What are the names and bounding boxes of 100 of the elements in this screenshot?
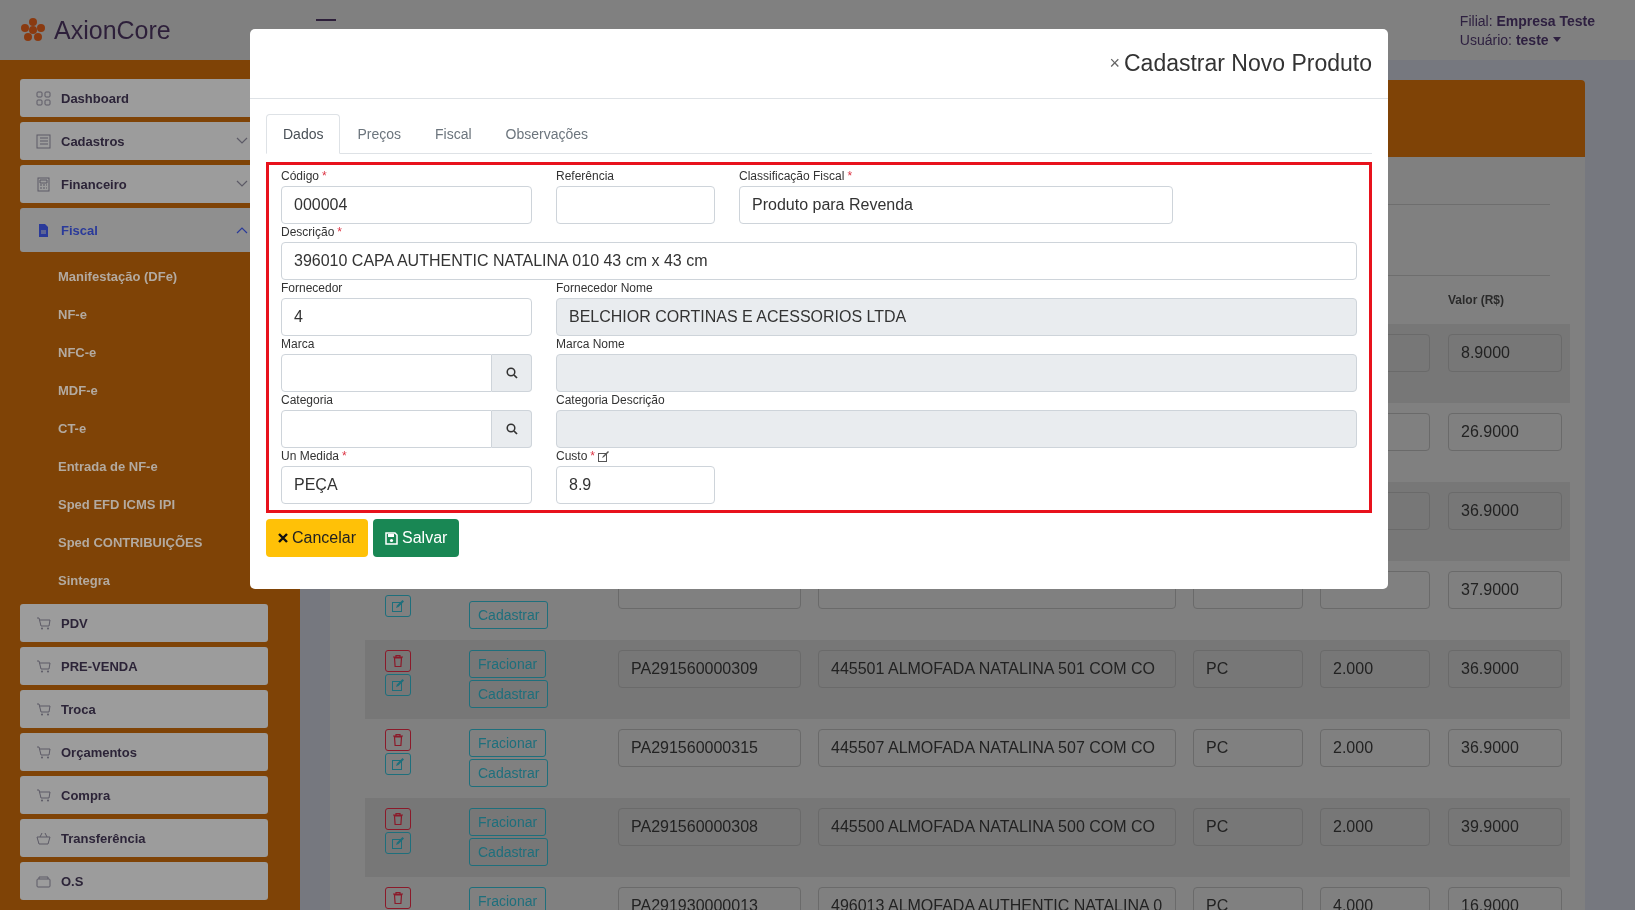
calculator-icon	[36, 176, 51, 192]
field-label: Código	[281, 169, 320, 183]
tab[interactable]: Preços	[340, 114, 419, 154]
required-mark: *	[322, 169, 327, 183]
input-field[interactable]	[281, 354, 492, 392]
field-label: Descrição	[281, 225, 335, 239]
user-menu[interactable]: Usuário: teste	[1459, 31, 1549, 48]
value-field[interactable]: 8.9000	[1448, 334, 1562, 372]
trash-icon	[393, 655, 403, 667]
save-button[interactable]: Salvar	[373, 519, 460, 557]
submenu-item[interactable]: NFC-e	[58, 344, 97, 360]
field-label: Marca	[281, 337, 315, 351]
sidebar-item[interactable]: Troca	[20, 690, 268, 728]
delete-button[interactable]	[385, 808, 411, 830]
sidebar-item[interactable]: PDV	[20, 604, 268, 642]
unit-field[interactable]: PC	[1193, 729, 1303, 767]
document-icon	[36, 222, 51, 238]
readonly-field: BELCHIOR CORTINAS E ACESSORIOS LTDA	[556, 298, 1357, 336]
code-field[interactable]: PA291560000308	[618, 808, 801, 846]
code-field[interactable]: PA291560000309	[618, 650, 801, 688]
description-field[interactable]: 445507 ALMOFADA NATALINA 507 COM CO	[818, 729, 1176, 767]
value-field[interactable]: 37.9000	[1448, 571, 1562, 609]
value-field[interactable]: 36.9000	[1448, 492, 1562, 530]
tab[interactable]: Fiscal	[418, 114, 489, 154]
quantity-field[interactable]: 2.000	[1320, 729, 1430, 767]
search-button[interactable]	[492, 354, 532, 392]
field-label: Categoria Descrição	[556, 393, 665, 407]
sidebar-item[interactable]: O.S	[20, 862, 268, 900]
unit-field[interactable]: PC	[1193, 808, 1303, 846]
logo-icon	[20, 17, 46, 43]
input-field[interactable]: 4	[281, 298, 532, 336]
dialog-title: Cadastrar Novo Produto	[1124, 50, 1372, 77]
edit-icon	[392, 837, 404, 849]
submenu-item[interactable]: Sped EFD ICMS IPI	[58, 496, 175, 512]
required-mark: *	[590, 449, 596, 463]
submenu-item[interactable]: NF-e	[58, 306, 87, 322]
field-label: Classificação Fiscal	[739, 169, 845, 183]
submenu-item[interactable]: MDF-e	[58, 382, 98, 398]
search-icon	[505, 423, 518, 435]
delete-button[interactable]	[385, 729, 411, 751]
field-label: Un Medida	[281, 449, 340, 463]
input-field[interactable]: 396010 CAPA AUTHENTIC NATALINA 010 43 cm x 43 cm	[281, 242, 1357, 280]
field-label: Referência	[556, 169, 615, 183]
cart-icon	[36, 744, 51, 760]
input-field[interactable]	[281, 410, 492, 448]
required-mark: *	[847, 169, 853, 183]
description-field[interactable]: 445501 ALMOFADA NATALINA 501 COM CO	[818, 650, 1176, 688]
close-icon	[278, 533, 288, 543]
quantity-field[interactable]: 2.000	[1320, 650, 1430, 688]
delete-button[interactable]	[385, 887, 411, 909]
edit-button[interactable]	[385, 753, 411, 775]
column-header: Valor (R$)	[1448, 293, 1505, 307]
tab[interactable]: Observações	[488, 114, 606, 154]
edit-icon	[392, 758, 404, 770]
description-field[interactable]: 445500 ALMOFADA NATALINA 500 COM CO	[818, 808, 1176, 846]
close-button[interactable]: ×	[1109, 53, 1120, 74]
delete-button[interactable]	[385, 650, 411, 672]
sidebar-item[interactable]: PRE-VENDA	[20, 647, 268, 685]
field-label: Fornecedor	[281, 281, 343, 295]
value-field[interactable]: 36.9000	[1448, 650, 1562, 688]
submenu-item[interactable]: CT-e	[58, 420, 87, 436]
sidebar-item[interactable]: Transferência	[20, 819, 268, 857]
value-field[interactable]: 36.9000	[1448, 729, 1562, 767]
edit-icon	[392, 600, 404, 612]
input-field[interactable]: 000004	[281, 186, 532, 224]
sidebar-item[interactable]: Orçamentos	[20, 733, 268, 771]
input-field[interactable]	[556, 186, 715, 224]
edit-button[interactable]	[385, 832, 411, 854]
input-field[interactable]: PEÇA	[281, 466, 532, 504]
code-field[interactable]: PA291560000315	[618, 729, 801, 767]
cancel-button[interactable]: Cancelar	[266, 519, 369, 557]
basket-icon	[36, 830, 51, 846]
field-label: Custo	[556, 449, 588, 463]
search-button[interactable]	[492, 410, 532, 448]
tab[interactable]: Dados	[266, 114, 341, 154]
submenu-item[interactable]: Entrada de NF-e	[58, 458, 158, 474]
submenu-item[interactable]: Manifestação (DFe)	[58, 268, 178, 284]
caret-icon	[1552, 37, 1561, 42]
list-icon	[36, 133, 51, 149]
input-field[interactable]: Produto para Revenda	[739, 186, 1173, 224]
field-label: Fornecedor Nome	[556, 281, 653, 295]
trash-icon	[393, 813, 403, 825]
edit-button[interactable]	[385, 674, 411, 696]
submenu-item[interactable]: Sintegra	[58, 572, 110, 588]
edit-button[interactable]	[385, 595, 411, 617]
required-mark: *	[342, 449, 347, 463]
cart-icon	[36, 787, 51, 803]
input-field[interactable]: 8.9	[556, 466, 715, 504]
value-field[interactable]: 39.9000	[1448, 808, 1562, 846]
required-mark: *	[337, 225, 343, 239]
quantity-field[interactable]: 2.000	[1320, 808, 1430, 846]
cart-icon	[36, 615, 51, 631]
unit-field[interactable]: PC	[1193, 650, 1303, 688]
grid-icon	[36, 90, 51, 106]
submenu-item[interactable]: Sped CONTRIBUIÇÕES	[58, 534, 203, 550]
field-label: Categoria	[281, 393, 334, 407]
cart-icon	[36, 658, 51, 674]
app-logo: AxionCore	[54, 15, 171, 45]
value-field[interactable]: 26.9000	[1448, 413, 1562, 451]
sidebar-item[interactable]: Compra	[20, 776, 268, 814]
